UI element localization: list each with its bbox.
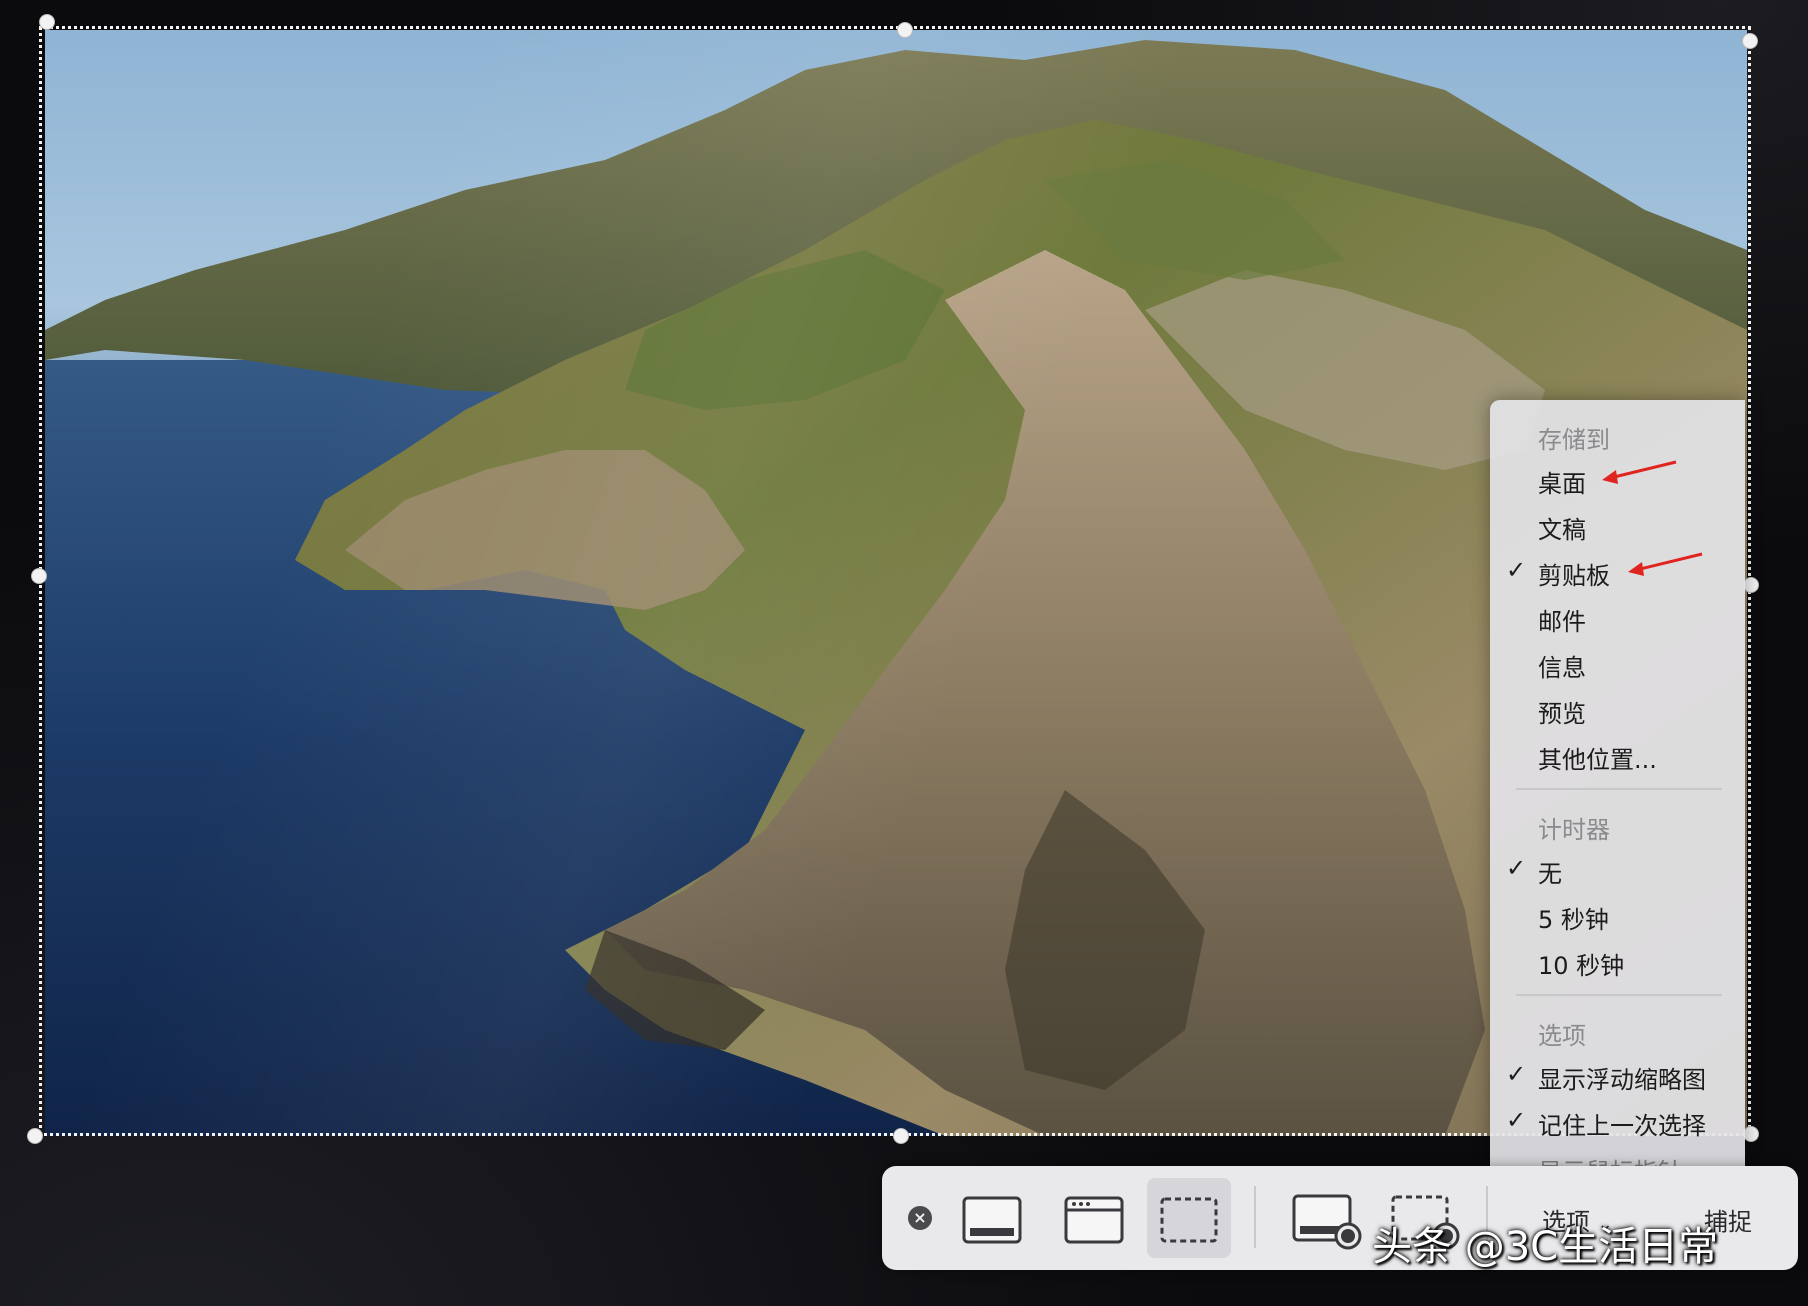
red-annotation-arrow-icon	[1628, 552, 1703, 576]
selection-handle-top-right[interactable]	[1742, 33, 1758, 49]
watermark-text: 头条 @3C生活日常	[1372, 1224, 1719, 1270]
options-menu: 存储到 桌面 文稿 ✓ 剪贴板 邮件 信息 预览 其他位置... 计时器 ✓ 无…	[1490, 400, 1745, 1176]
menu-header-options: 选项	[1538, 1022, 1586, 1050]
menu-header-timer: 计时器	[1538, 816, 1610, 844]
selection-handle-right[interactable]	[1743, 577, 1759, 593]
menu-item-timer-none[interactable]: 无	[1538, 854, 1562, 889]
toolbar-divider	[1254, 1186, 1256, 1248]
selection-handle-bottom-right[interactable]	[1743, 1126, 1759, 1142]
menu-item-other-location[interactable]: 其他位置...	[1538, 740, 1657, 775]
menu-item-timer-10s[interactable]: 10 秒钟	[1538, 946, 1624, 981]
selection-handle-left[interactable]	[31, 568, 47, 584]
check-mark-icon: ✓	[1506, 556, 1527, 584]
capture-entire-screen-icon[interactable]	[962, 1196, 1022, 1244]
menu-item-documents[interactable]: 文稿	[1538, 510, 1586, 545]
menu-header-save-to: 存储到	[1538, 426, 1610, 454]
record-entire-screen-icon[interactable]	[1292, 1194, 1362, 1250]
menu-item-remember-last-selection[interactable]: 记住上一次选择	[1538, 1106, 1706, 1141]
menu-separator	[1516, 788, 1722, 790]
selection-handle-bottom[interactable]	[893, 1128, 909, 1144]
menu-item-timer-5s[interactable]: 5 秒钟	[1538, 900, 1609, 935]
menu-item-show-floating-thumbnail[interactable]: 显示浮动缩略图	[1538, 1060, 1706, 1095]
menu-item-preview[interactable]: 预览	[1538, 694, 1586, 729]
menu-item-mail[interactable]: 邮件	[1538, 602, 1586, 637]
menu-item-desktop[interactable]: 桌面	[1538, 464, 1586, 499]
close-icon[interactable]: ×	[908, 1206, 932, 1230]
check-mark-icon: ✓	[1506, 854, 1527, 882]
selection-handle-top-left[interactable]	[39, 14, 55, 30]
menu-item-messages[interactable]: 信息	[1538, 648, 1586, 683]
capture-selected-portion-icon[interactable]	[1159, 1196, 1219, 1244]
selection-handle-bottom-left[interactable]	[27, 1128, 43, 1144]
menu-item-clipboard[interactable]: 剪贴板	[1538, 556, 1610, 591]
red-annotation-arrow-icon	[1602, 460, 1677, 484]
capture-window-icon[interactable]	[1064, 1196, 1124, 1244]
selection-handle-top[interactable]	[897, 22, 913, 38]
check-mark-icon: ✓	[1506, 1060, 1527, 1088]
check-mark-icon: ✓	[1506, 1106, 1527, 1134]
menu-separator	[1516, 994, 1722, 996]
